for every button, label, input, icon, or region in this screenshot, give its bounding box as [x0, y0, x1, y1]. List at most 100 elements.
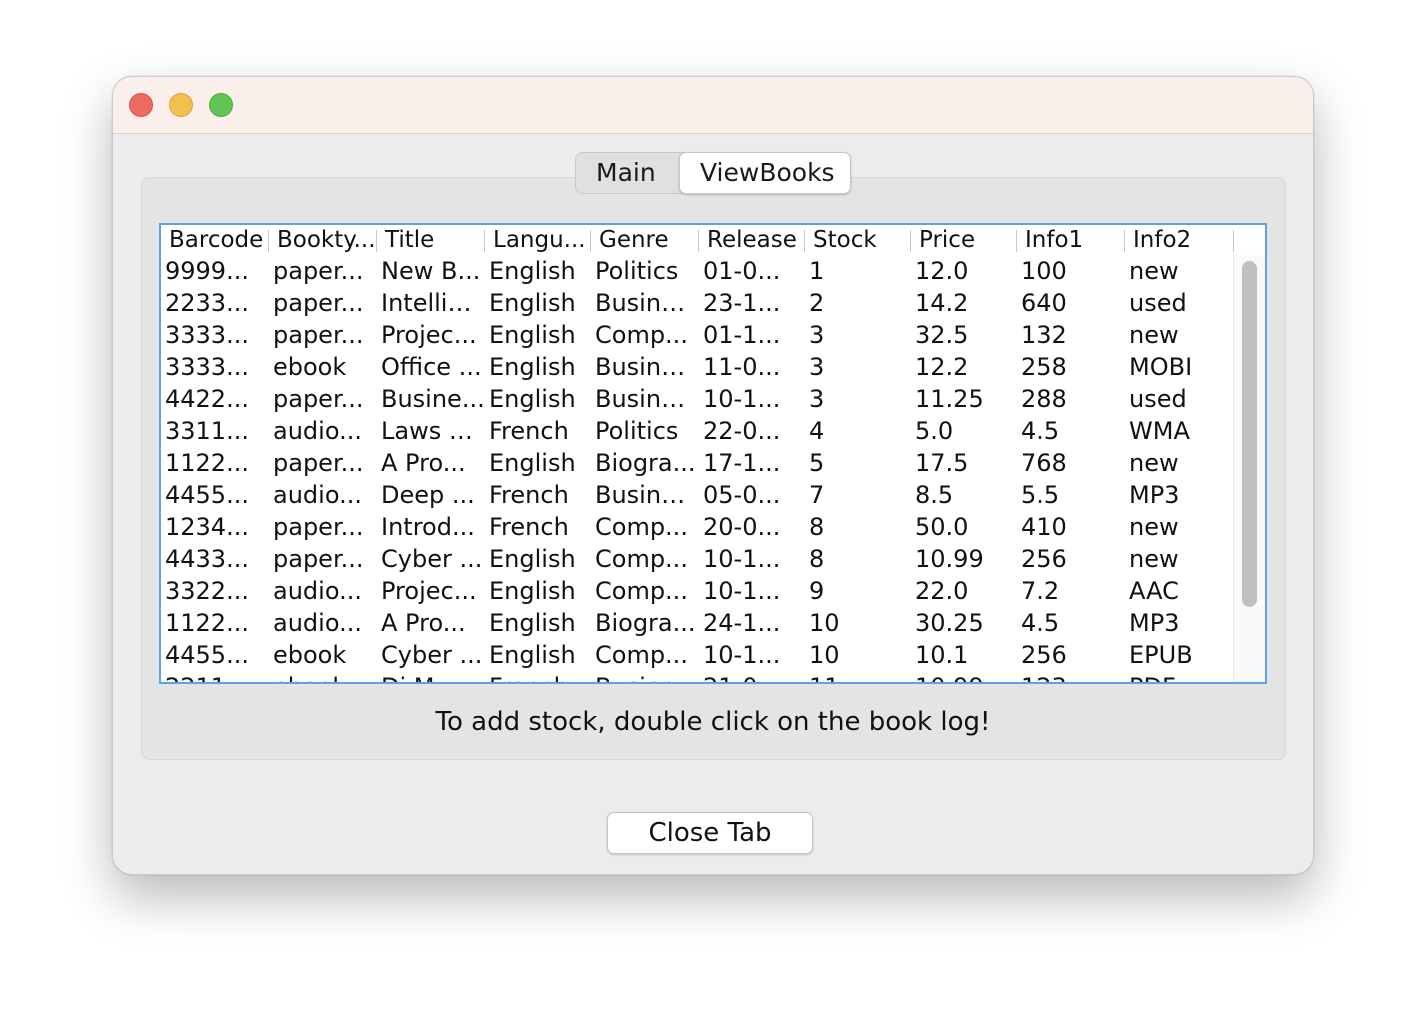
table-cell[interactable]: 3333... [161, 319, 269, 351]
table-cell[interactable]: 10-1... [699, 639, 805, 671]
table-row[interactable]: 3333... ebook Office ... English Business 11-… [161, 351, 1234, 383]
table-cell[interactable]: new [1125, 447, 1234, 479]
table-cell[interactable]: 258 [1017, 351, 1125, 383]
table-cell[interactable]: English [485, 607, 591, 639]
table-cell[interactable]: 5.0 [911, 415, 1017, 447]
table-cell[interactable]: paper... [269, 543, 377, 575]
table-row[interactable]: 1122... audio... A Pro... English Biogra... 2… [161, 607, 1234, 639]
table-row[interactable]: 3311... audio... Laws o... French Politics 22… [161, 415, 1234, 447]
table-cell[interactable]: New B... [377, 255, 485, 287]
table-cell[interactable]: 12.2 [911, 351, 1017, 383]
table-cell[interactable]: 20-0... [699, 511, 805, 543]
table-cell[interactable]: 7.2 [1017, 575, 1125, 607]
table-row[interactable]: 1234... paper... Introd... French Comp... 20-… [161, 511, 1234, 543]
table-cell[interactable]: 17.5 [911, 447, 1017, 479]
table-cell[interactable]: 3322... [161, 575, 269, 607]
table-cell[interactable]: 10.99 [911, 543, 1017, 575]
table-cell[interactable]: Intellig... [377, 287, 485, 319]
table-cell[interactable]: English [485, 351, 591, 383]
table-cell[interactable]: English [485, 575, 591, 607]
table-cell[interactable]: 50.0 [911, 511, 1017, 543]
table-cell[interactable]: 100 [1017, 255, 1125, 287]
table-cell[interactable]: 11 [805, 671, 911, 682]
column-header[interactable]: Langu... [485, 225, 591, 255]
table-cell[interactable]: 132 [1017, 319, 1125, 351]
column-header[interactable]: Info1 [1017, 225, 1125, 255]
table-cell[interactable]: 3 [805, 319, 911, 351]
table-cell[interactable]: MP3 [1125, 479, 1234, 511]
table-cell[interactable]: 288 [1017, 383, 1125, 415]
table-cell[interactable]: 14.2 [911, 287, 1017, 319]
table-cell[interactable]: ebook [269, 671, 377, 682]
table-cell[interactable]: audio... [269, 575, 377, 607]
table-cell[interactable]: 3 [805, 383, 911, 415]
table-row[interactable]: 3322... audio... Projec... English Comp... 10… [161, 575, 1234, 607]
table-cell[interactable]: paper... [269, 447, 377, 479]
table-cell[interactable]: English [485, 383, 591, 415]
table-cell[interactable]: A Pro... [377, 447, 485, 479]
table-row[interactable]: 4455... ebook Cyber ... English Comp... 10-1.… [161, 639, 1234, 671]
table-cell[interactable]: English [485, 255, 591, 287]
table-cell[interactable]: 12.0 [911, 255, 1017, 287]
tab-viewbooks[interactable]: ViewBooks [679, 152, 851, 194]
table-cell[interactable]: 32.5 [911, 319, 1017, 351]
table-cell[interactable]: paper... [269, 255, 377, 287]
table-cell[interactable]: new [1125, 319, 1234, 351]
table-cell[interactable]: 4455... [161, 479, 269, 511]
table-cell[interactable]: 4.5 [1017, 415, 1125, 447]
table-cell[interactable]: Comp... [591, 575, 699, 607]
table-cell[interactable]: 256 [1017, 639, 1125, 671]
column-header[interactable]: Stock [805, 225, 911, 255]
table-cell[interactable]: French [485, 671, 591, 682]
table-row[interactable]: 4455... audio... Deep ... French Business 05-… [161, 479, 1234, 511]
table-cell[interactable]: Business [591, 383, 699, 415]
column-header[interactable]: Price [911, 225, 1017, 255]
table-cell[interactable]: Politics [591, 415, 699, 447]
table-cell[interactable]: ebook [269, 639, 377, 671]
table-cell[interactable]: 5 [805, 447, 911, 479]
table-cell[interactable]: 05-0... [699, 479, 805, 511]
table-cell[interactable]: 22.0 [911, 575, 1017, 607]
table-cell[interactable]: WMA [1125, 415, 1234, 447]
table-cell[interactable]: 1122... [161, 607, 269, 639]
column-header[interactable]: Info2 [1125, 225, 1234, 255]
table-cell[interactable]: Biogra... [591, 607, 699, 639]
table-cell[interactable]: 11-0... [699, 351, 805, 383]
column-header[interactable]: Barcode [161, 225, 269, 255]
table-cell[interactable]: Laws o... [377, 415, 485, 447]
table-cell[interactable]: 10-1... [699, 575, 805, 607]
column-header[interactable]: Genre [591, 225, 699, 255]
table-cell[interactable]: Busine... [591, 671, 699, 682]
table-cell[interactable]: 10.1 [911, 639, 1017, 671]
vertical-scrollbar[interactable] [1233, 255, 1265, 682]
table-cell[interactable]: A Pro... [377, 607, 485, 639]
table-cell[interactable]: Comp... [591, 543, 699, 575]
table-cell[interactable]: French [485, 511, 591, 543]
table-cell[interactable]: Comp... [591, 511, 699, 543]
table-cell[interactable]: new [1125, 543, 1234, 575]
table-cell[interactable]: paper... [269, 287, 377, 319]
table-cell[interactable]: ebook [269, 351, 377, 383]
table-cell[interactable]: Cyber ... [377, 543, 485, 575]
table-cell[interactable]: EPUB [1125, 639, 1234, 671]
table-cell[interactable]: Office ... [377, 351, 485, 383]
books-table-scrollpane[interactable]: Barcode Bookty... Title Langu... Genre Releas… [159, 223, 1267, 684]
table-cell[interactable]: 4.5 [1017, 607, 1125, 639]
table-cell[interactable]: 8 [805, 543, 911, 575]
table-cell[interactable]: English [485, 447, 591, 479]
table-cell[interactable]: English [485, 319, 591, 351]
table-cell[interactable]: paper... [269, 383, 377, 415]
table-cell[interactable]: 4422... [161, 383, 269, 415]
table-cell[interactable]: Comp... [591, 319, 699, 351]
table-cell[interactable]: 3 [805, 351, 911, 383]
tab-main[interactable]: Main [576, 153, 679, 193]
table-cell[interactable]: audio... [269, 415, 377, 447]
table-cell[interactable]: PDF [1125, 671, 1234, 682]
table-cell[interactable]: French [485, 479, 591, 511]
table-cell[interactable]: 8.5 [911, 479, 1017, 511]
minimize-window-icon[interactable] [169, 93, 193, 117]
table-cell[interactable]: 4 [805, 415, 911, 447]
table-cell[interactable]: used [1125, 383, 1234, 415]
table-cell[interactable]: English [485, 287, 591, 319]
table-cell[interactable]: Di M... [377, 671, 485, 682]
